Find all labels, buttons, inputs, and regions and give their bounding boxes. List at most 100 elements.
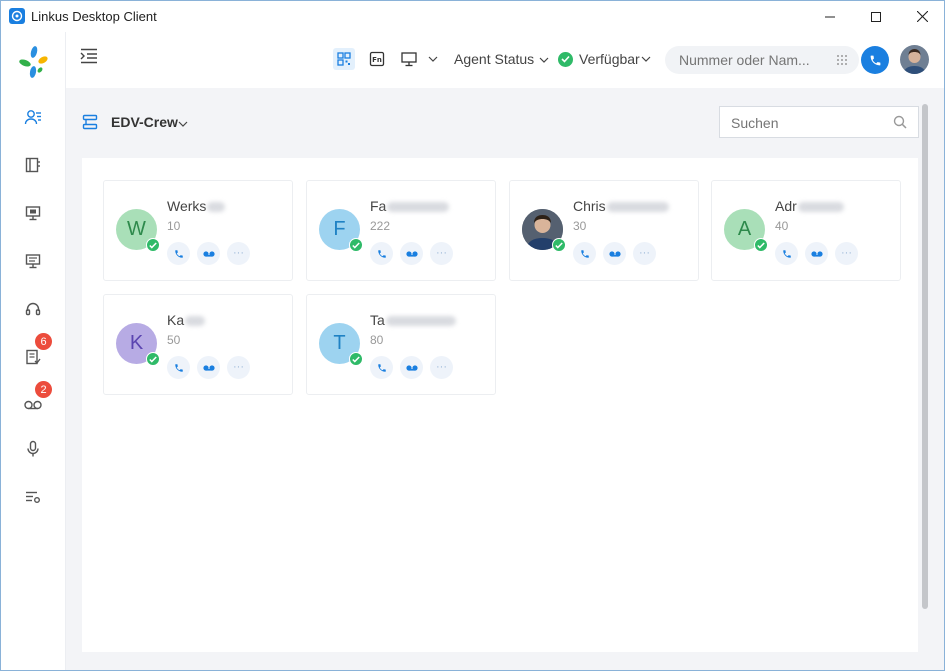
voicemail-action-button[interactable] bbox=[400, 242, 423, 265]
contact-card[interactable]: A Adr 40 ··· bbox=[711, 180, 901, 281]
voicemail-nav-icon[interactable]: 2 bbox=[21, 381, 52, 417]
more-action-button[interactable]: ··· bbox=[227, 242, 250, 265]
voicemail-action-button[interactable] bbox=[197, 242, 220, 265]
search-box bbox=[719, 106, 919, 138]
search-input[interactable] bbox=[731, 115, 881, 131]
phone-icon bbox=[377, 249, 386, 258]
contact-extension: 50 bbox=[167, 333, 181, 347]
contact-name: Werks bbox=[167, 198, 207, 214]
group-header: EDV-Crew bbox=[82, 104, 919, 158]
presence-dropdown[interactable]: Verfügbar bbox=[558, 51, 651, 67]
dial-input-box bbox=[665, 46, 859, 74]
contact-name: Ta bbox=[370, 312, 385, 328]
more-action-button[interactable]: ··· bbox=[227, 356, 250, 379]
qr-code-icon[interactable] bbox=[333, 48, 355, 70]
voicemail-badge: 2 bbox=[35, 381, 52, 398]
voicemail-icon bbox=[202, 364, 215, 371]
call-action-button[interactable] bbox=[370, 242, 393, 265]
contact-extension: 80 bbox=[370, 333, 384, 347]
title-bar: Linkus Desktop Client bbox=[1, 1, 944, 32]
dialpad-icon[interactable] bbox=[836, 53, 850, 67]
phone-icon bbox=[870, 55, 880, 65]
chevron-down-icon bbox=[641, 56, 651, 62]
contact-extension: 10 bbox=[167, 219, 181, 233]
call-action-button[interactable] bbox=[167, 356, 190, 379]
blurred-text bbox=[387, 202, 450, 213]
avatar-initial: T bbox=[333, 332, 346, 354]
online-status-icon bbox=[552, 238, 566, 252]
more-action-button[interactable]: ··· bbox=[430, 242, 453, 265]
voicemail-action-button[interactable] bbox=[197, 356, 220, 379]
menu-toggle-icon[interactable] bbox=[80, 48, 100, 66]
more-icon: ··· bbox=[436, 247, 447, 259]
headset-nav-icon[interactable] bbox=[21, 297, 45, 321]
contact-card[interactable]: T Ta 80 ··· bbox=[306, 294, 496, 395]
contacts-nav-icon[interactable] bbox=[21, 105, 45, 129]
contact-name: Chris bbox=[573, 198, 606, 214]
chevron-down-icon[interactable] bbox=[422, 48, 444, 70]
avatar-initial: A bbox=[737, 218, 752, 240]
phone-icon bbox=[174, 249, 183, 258]
voicemail-icon bbox=[608, 250, 621, 257]
function-key-icon[interactable]: Fn bbox=[366, 48, 388, 70]
voicemail-action-button[interactable] bbox=[400, 356, 423, 379]
screen-icon[interactable] bbox=[398, 48, 420, 70]
online-status-icon bbox=[146, 352, 160, 366]
call-action-button[interactable] bbox=[775, 242, 798, 265]
agent-status-dropdown[interactable]: Agent Status bbox=[454, 51, 549, 67]
contact-card[interactable]: F Fa 222 ··· bbox=[306, 180, 496, 281]
sidebar: 6 2 bbox=[1, 32, 66, 670]
voicemail-action-button[interactable] bbox=[805, 242, 828, 265]
microphone-nav-icon[interactable] bbox=[21, 437, 45, 461]
close-button[interactable] bbox=[899, 1, 944, 32]
phonebook-nav-icon[interactable] bbox=[21, 153, 45, 177]
monitor-nav-icon[interactable] bbox=[21, 201, 45, 225]
chevron-down-icon[interactable] bbox=[178, 115, 188, 133]
blurred-text bbox=[185, 316, 206, 327]
search-icon[interactable] bbox=[893, 115, 907, 134]
group-name[interactable]: EDV-Crew bbox=[111, 114, 178, 130]
phone-icon bbox=[377, 363, 386, 372]
voicemail-action-button[interactable] bbox=[603, 242, 626, 265]
more-icon: ··· bbox=[233, 247, 244, 259]
blurred-text bbox=[797, 202, 844, 213]
top-toolbar: Fn Agent Status Verfügbar bbox=[66, 32, 944, 88]
more-icon: ··· bbox=[233, 361, 244, 373]
voicemail-icon bbox=[810, 250, 823, 257]
contact-card[interactable]: W Werks 10 ··· bbox=[103, 180, 293, 281]
call-log-nav-icon[interactable]: 6 bbox=[21, 333, 52, 369]
agent-status-label: Agent Status bbox=[454, 51, 535, 67]
avatar-initial: F bbox=[333, 218, 346, 240]
contact-card[interactable]: Chris 30 ··· bbox=[509, 180, 699, 281]
svg-text:Fn: Fn bbox=[372, 56, 382, 64]
call-action-button[interactable] bbox=[167, 242, 190, 265]
settings-nav-icon[interactable] bbox=[21, 485, 45, 509]
contact-name: Ka bbox=[167, 312, 185, 328]
minimize-button[interactable] bbox=[807, 1, 853, 32]
more-action-button[interactable]: ··· bbox=[430, 356, 453, 379]
more-action-button[interactable]: ··· bbox=[835, 242, 858, 265]
online-status-icon bbox=[349, 238, 363, 252]
call-action-button[interactable] bbox=[573, 242, 596, 265]
online-status-icon bbox=[349, 352, 363, 366]
more-icon: ··· bbox=[841, 247, 852, 259]
brand-logo-icon bbox=[18, 45, 48, 79]
presence-label: Verfügbar bbox=[579, 51, 640, 67]
contact-name: Fa bbox=[370, 198, 387, 214]
contact-extension: 222 bbox=[370, 219, 391, 233]
desktop-nav-icon[interactable] bbox=[21, 249, 45, 273]
user-avatar[interactable] bbox=[900, 45, 929, 74]
contact-card[interactable]: K Ka 50 ··· bbox=[103, 294, 293, 395]
call-button[interactable] bbox=[861, 46, 889, 74]
contact-extension: 40 bbox=[775, 219, 789, 233]
dial-input[interactable] bbox=[679, 52, 819, 68]
contact-extension: 30 bbox=[573, 219, 587, 233]
group-icon bbox=[82, 114, 98, 130]
more-action-button[interactable]: ··· bbox=[633, 242, 656, 265]
voicemail-icon bbox=[202, 250, 215, 257]
maximize-button[interactable] bbox=[853, 1, 899, 32]
phone-icon bbox=[782, 249, 791, 258]
voicemail-icon bbox=[405, 364, 418, 371]
scrollbar[interactable] bbox=[922, 104, 928, 609]
call-action-button[interactable] bbox=[370, 356, 393, 379]
